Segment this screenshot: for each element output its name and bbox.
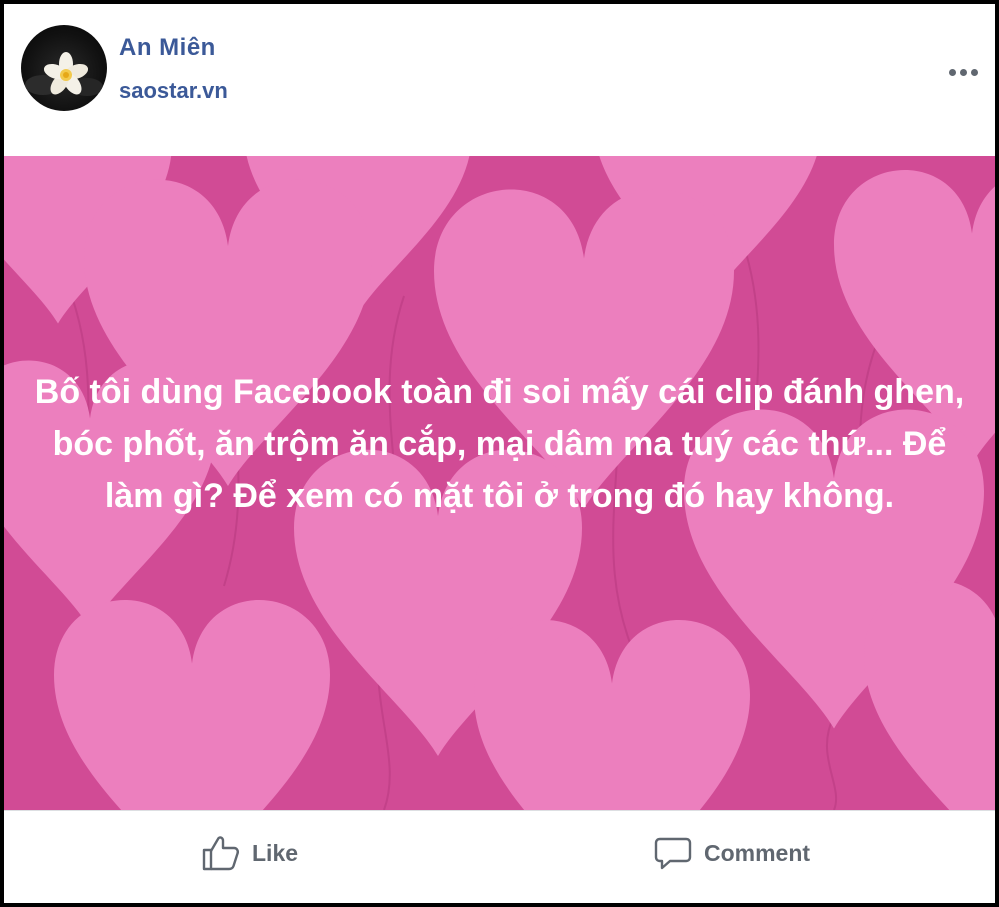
dot (948, 68, 956, 76)
author-name[interactable]: An Miên (119, 34, 216, 62)
post-actions-bar: Like Comment (4, 810, 995, 903)
post-source[interactable]: saostar.vn (119, 78, 228, 104)
post-header: An Miên saostar.vn (4, 4, 995, 156)
avatar[interactable] (21, 25, 107, 111)
thumbs-up-icon (202, 836, 239, 871)
comment-button[interactable]: Comment (654, 831, 810, 875)
facebook-post-card: An Miên saostar.vn Bố tôi dùng Facebook … (0, 0, 999, 907)
dot (970, 68, 978, 76)
comment-label: Comment (704, 839, 811, 866)
post-text: Bố tôi dùng Facebook toàn đi soi mấy cái… (34, 373, 965, 515)
post-background: Bố tôi dùng Facebook toàn đi soi mấy cái… (4, 156, 995, 810)
plumeria-flower-icon (25, 52, 103, 96)
more-options-icon[interactable] (943, 60, 983, 84)
dot (959, 68, 967, 76)
comment-bubble-icon (654, 837, 692, 870)
like-button[interactable]: Like (202, 831, 298, 875)
like-label: Like (252, 839, 299, 866)
